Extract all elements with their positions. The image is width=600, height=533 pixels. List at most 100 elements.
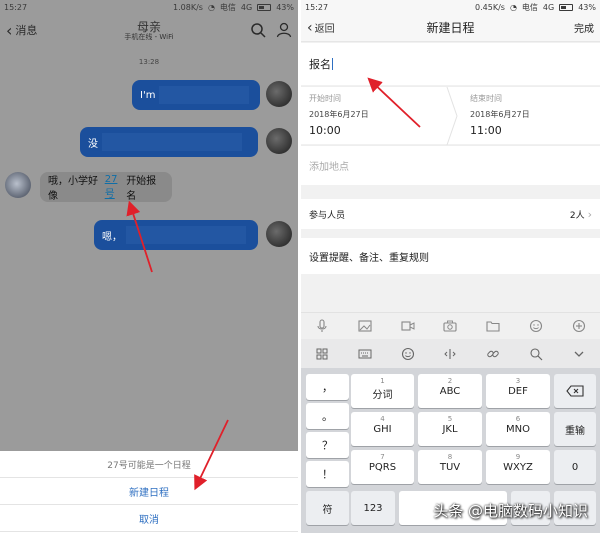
action-sheet: 27号可能是一个日程 新建日程 取消: [0, 451, 298, 533]
carrier: 电信: [521, 2, 538, 12]
status-time: 15:27: [4, 2, 28, 12]
grid-menu-icon[interactable]: [315, 347, 329, 361]
emoji-icon[interactable]: [529, 319, 543, 333]
status-bar: 15:27 1.08K/s ◔ 电信 4G 43%: [0, 0, 298, 14]
profile-icon[interactable]: [276, 22, 292, 38]
start-time-label: 开始时间: [309, 94, 341, 103]
back-button[interactable]: ‹ 消息: [6, 21, 37, 40]
back-button[interactable]: ‹ 返回: [307, 20, 335, 36]
avatar[interactable]: [266, 81, 292, 107]
participants-row[interactable]: 参与人员 2人 ›: [301, 199, 600, 229]
location-input[interactable]: 添加地点: [301, 145, 600, 185]
message-bubble-outgoing[interactable]: 没: [80, 127, 258, 157]
chat-header: 母亲 手机在线 - WiFi ‹ 消息: [0, 14, 298, 46]
start-date: 2018年6月27日: [309, 110, 369, 119]
ime-toolbar: [301, 339, 600, 368]
redacted-text: [159, 86, 250, 104]
wifi-icon: ◔: [207, 2, 215, 12]
redacted-text: [102, 133, 242, 151]
search-icon[interactable]: [250, 22, 266, 38]
back-label: 消息: [15, 24, 38, 37]
date-link[interactable]: 27号: [105, 174, 126, 200]
create-event-button[interactable]: 新建日程: [0, 478, 298, 505]
backspace-icon: [566, 385, 584, 397]
keyboard-icon[interactable]: [358, 347, 372, 361]
end-date: 2018年6月27日: [470, 110, 530, 119]
avatar[interactable]: [5, 172, 31, 198]
start-time-picker[interactable]: 开始时间 2018年6月27日 10:00: [301, 93, 441, 137]
done-button[interactable]: 完成: [574, 20, 594, 35]
key-0[interactable]: 0: [554, 450, 596, 484]
participants-count: 2人: [569, 210, 585, 221]
message-bubble-incoming[interactable]: 哦，小学好像 27号 开始报名: [40, 172, 172, 202]
key-comma[interactable]: ，: [306, 374, 349, 400]
net-type: 4G: [542, 2, 555, 12]
chevron-right-icon: [446, 87, 458, 145]
symbol-button[interactable]: 符: [306, 491, 349, 525]
key-8[interactable]: 8 TUV: [418, 450, 482, 484]
redacted-text: [126, 226, 246, 244]
avatar[interactable]: [266, 128, 292, 154]
video-icon[interactable]: [401, 319, 415, 333]
backspace-button[interactable]: [554, 374, 596, 408]
image-icon[interactable]: [358, 319, 372, 333]
key-3[interactable]: 3 DEF: [486, 374, 550, 408]
wifi-icon: ◔: [509, 2, 517, 12]
network-speed: 1.08K/s: [173, 2, 203, 12]
camera-icon[interactable]: [443, 319, 458, 333]
add-icon[interactable]: [572, 319, 586, 333]
key-period[interactable]: 。: [306, 403, 349, 429]
status-bar: 15:27 0.45K/s ◔ 电信 4G 43%: [301, 0, 600, 14]
end-time: 11:00: [470, 124, 502, 137]
key-1[interactable]: 1 分词: [351, 374, 414, 408]
attachment-toolbar: [301, 312, 600, 339]
key-4[interactable]: 4 GHI: [351, 412, 414, 446]
network-speed: 0.45K/s: [475, 2, 505, 12]
key-question[interactable]: ？: [306, 432, 349, 458]
time-range: 开始时间 2018年6月27日 10:00 结束时间 2018年6月27日 11…: [301, 86, 600, 145]
message-text: I'm: [140, 89, 156, 101]
emoji-icon[interactable]: [401, 347, 415, 361]
key-7[interactable]: 7 PQRS: [351, 450, 414, 484]
reenter-button[interactable]: 重输: [554, 412, 596, 446]
event-title-value: 报名: [309, 58, 331, 71]
microphone-icon[interactable]: [315, 319, 329, 333]
key-6[interactable]: 6 MNO: [486, 412, 550, 446]
chat-screen: 15:27 1.08K/s ◔ 电信 4G 43% 母亲 手机在线 - WiFi…: [0, 0, 298, 533]
action-sheet-hint: 27号可能是一个日程: [0, 451, 298, 478]
battery-icon: [257, 3, 272, 11]
search-icon[interactable]: [529, 347, 543, 361]
page-title: 新建日程: [426, 21, 475, 35]
chevron-down-icon[interactable]: [572, 347, 586, 361]
key-2[interactable]: 2 ABC: [418, 374, 482, 408]
key-9[interactable]: 9 WXYZ: [486, 450, 550, 484]
numeric-mode-button[interactable]: 123: [351, 491, 395, 525]
chevron-left-icon: ‹: [6, 20, 13, 40]
message-bubble-outgoing[interactable]: 嗯，: [94, 220, 258, 250]
reminder-settings-row[interactable]: 设置提醒、备注、重复规则: [301, 238, 600, 274]
key-5[interactable]: 5 JKL: [418, 412, 482, 446]
chevron-left-icon: ‹: [307, 19, 313, 36]
message-bubble-outgoing[interactable]: I'm: [132, 80, 260, 110]
folder-icon[interactable]: [486, 319, 500, 333]
text-cursor-icon[interactable]: [443, 347, 457, 361]
key-exclaim[interactable]: ！: [306, 461, 349, 487]
end-time-picker[interactable]: 结束时间 2018年6月27日 11:00: [462, 93, 600, 137]
net-type: 4G: [240, 2, 253, 12]
back-label: 返回: [314, 24, 335, 35]
participants-label: 参与人员: [309, 210, 346, 221]
avatar[interactable]: [266, 221, 292, 247]
nav-bar: ‹ 返回 新建日程 完成: [301, 14, 600, 42]
link-icon[interactable]: [486, 347, 500, 361]
chat-timestamp: 13:28: [138, 58, 160, 66]
reminder-label: 设置提醒、备注、重复规则: [309, 252, 429, 264]
battery-level: 43%: [578, 2, 596, 12]
cancel-button[interactable]: 取消: [0, 505, 298, 532]
battery-icon: [559, 3, 574, 11]
event-title-input[interactable]: 报名: [301, 43, 600, 85]
watermark: 头条 @电脑数码小知识: [433, 502, 588, 520]
chevron-right-icon: ›: [587, 207, 592, 221]
message-text-before: 哦，小学好像: [48, 176, 98, 202]
message-text: 没: [88, 138, 98, 150]
battery-level: 43%: [276, 2, 294, 12]
